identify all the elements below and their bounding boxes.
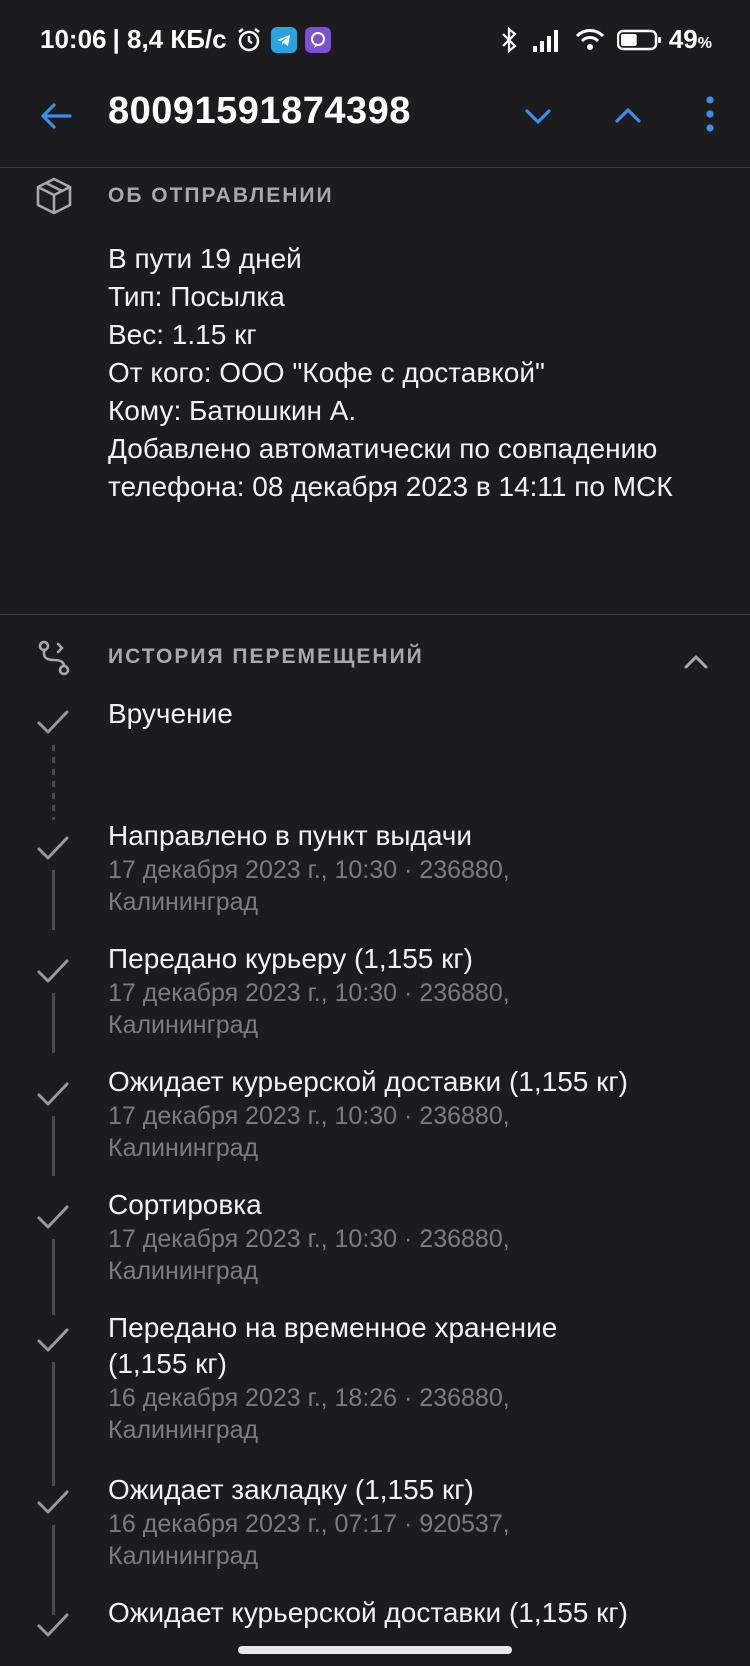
about-line: Кому: Батюшкин А.: [108, 395, 357, 426]
event-meta: 17 декабря 2023 г., 10:30 · 236880, Кали…: [108, 979, 510, 1039]
timeline-connector: [52, 870, 55, 930]
check-icon: [37, 1613, 69, 1637]
chevron-down-icon: [525, 109, 551, 124]
event-meta: 16 декабря 2023 г., 18:26 · 236880, Кали…: [108, 1384, 510, 1444]
arrow-left-icon: [41, 103, 72, 129]
status-left: 10:06 | 8,4 КБ/с: [40, 24, 331, 55]
event-meta: 16 декабря 2023 г., 07:17 · 920537, Кали…: [108, 1510, 510, 1570]
event-title: Ожидает закладку (1,155 кг): [108, 1474, 474, 1505]
back-button[interactable]: [36, 96, 76, 136]
event-title: Передано на временное хранение (1,155 кг…: [108, 1312, 558, 1379]
about-line: Вес: 1.15 кг: [108, 319, 257, 350]
bluetooth-icon: [499, 26, 519, 54]
chevron-up-icon: [684, 655, 708, 669]
appbar-divider: [0, 167, 750, 168]
check-icon: [37, 710, 69, 734]
alarm-icon: [235, 26, 263, 54]
status-right: 49%: [487, 24, 712, 55]
gesture-navigation-bar[interactable]: [238, 1646, 512, 1654]
check-icon: [37, 1082, 69, 1106]
signal-icon: [531, 28, 563, 52]
viber-icon: [304, 26, 331, 53]
about-line: В пути 19 дней: [108, 243, 302, 274]
network-speed: | 8,4 КБ/с: [112, 24, 227, 54]
event-meta: 17 декабря 2023 г., 10:30 · 236880, Кали…: [108, 856, 510, 916]
battery-icon: [616, 28, 663, 52]
about-line: Добавлено автоматически по совпадению те…: [108, 433, 673, 502]
about-details: В пути 19 дней Тип: Посылка Вес: 1.15 кг…: [108, 240, 728, 506]
timeline-connector: [52, 1116, 55, 1176]
timeline-connector: [52, 1525, 55, 1615]
check-icon: [37, 1205, 69, 1229]
battery-percent: 49%: [668, 24, 712, 54]
telegram-icon: [270, 26, 297, 53]
wifi-icon: [575, 28, 605, 52]
timeline-connector-dashed: [52, 745, 55, 820]
app-bar: 80091591874398: [0, 80, 750, 166]
section-divider: [0, 614, 750, 615]
timeline-connector: [52, 1239, 55, 1315]
package-icon: [34, 176, 74, 216]
timeline-connector: [52, 1362, 55, 1486]
event-title: Ожидает курьерской доставки (1,155 кг): [108, 1066, 628, 1097]
route-icon: [34, 638, 74, 678]
event-title: Вручение: [108, 698, 233, 729]
event-meta: 17 декабря 2023 г., 10:30 · 236880, Кали…: [108, 1225, 510, 1285]
check-icon: [37, 1490, 69, 1514]
history-section-header: ИСТОРИЯ ПЕРЕМЕЩЕНИЙ: [108, 645, 424, 668]
more-vert-icon: [706, 96, 714, 132]
more-options-button[interactable]: [700, 94, 720, 134]
event-title: Направлено в пункт выдачи: [108, 820, 473, 851]
about-line: Тип: Посылка: [108, 281, 285, 312]
tracking-number-title: 80091591874398: [108, 90, 411, 132]
status-bar: 10:06 | 8,4 КБ/с 49%: [0, 0, 750, 80]
chevron-up-icon: [615, 108, 641, 123]
event-title: Передано курьеру (1,155 кг): [108, 943, 473, 974]
event-title: Сортировка: [108, 1189, 262, 1220]
about-section-header: ОБ ОТПРАВЛЕНИИ: [108, 184, 334, 207]
event-title: Ожидает курьерской доставки (1,155 кг): [108, 1597, 628, 1628]
check-icon: [37, 1328, 69, 1352]
event-meta: 17 декабря 2023 г., 10:30 · 236880, Кали…: [108, 1102, 510, 1162]
collapse-history-button[interactable]: [680, 646, 712, 678]
about-line: От кого: ООО "Кофе с доставкой": [108, 357, 545, 388]
previous-parcel-button[interactable]: [610, 98, 646, 134]
next-parcel-button[interactable]: [520, 98, 556, 134]
status-time: 10:06: [40, 24, 107, 54]
check-icon: [37, 836, 69, 860]
check-icon: [37, 959, 69, 983]
timeline-connector: [52, 993, 55, 1053]
